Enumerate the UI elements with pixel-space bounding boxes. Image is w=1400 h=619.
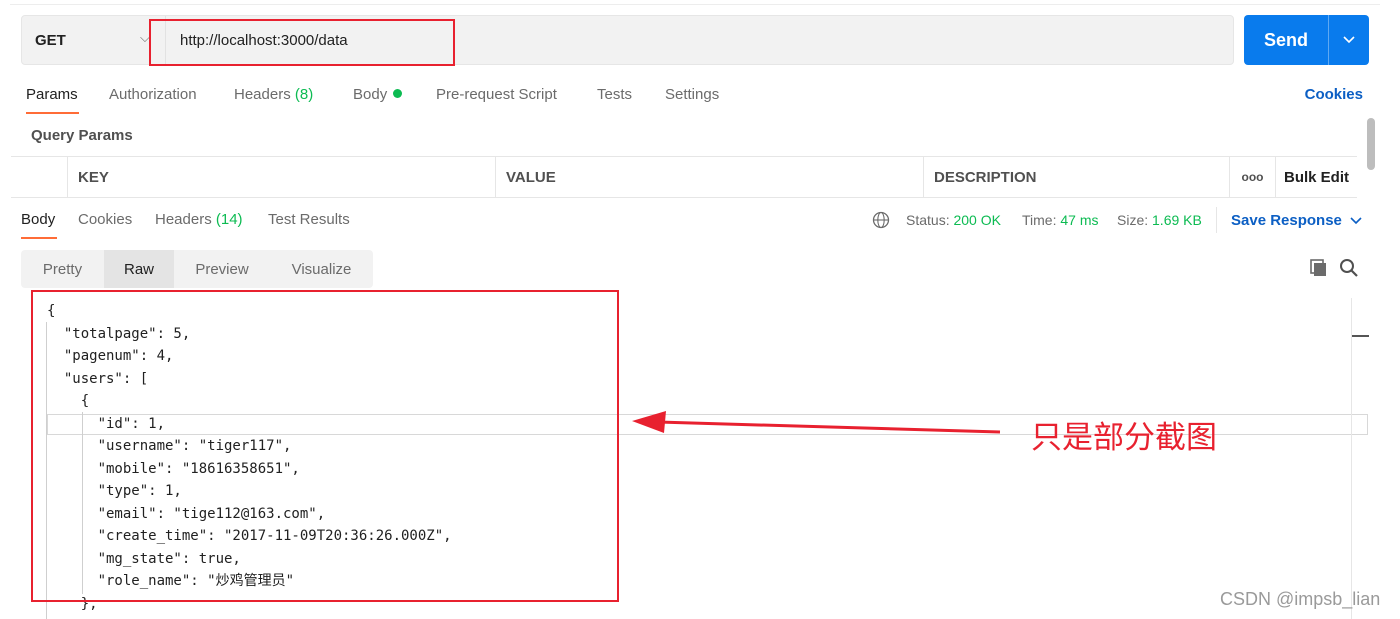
column-value: VALUE [495, 157, 923, 197]
tab-settings[interactable]: Settings [665, 86, 719, 103]
response-headers-count: (14) [215, 211, 243, 228]
method-label: GET [35, 31, 66, 49]
watermark: CSDN @impsb_lian [1220, 589, 1381, 609]
body-status-dot [393, 89, 403, 98]
response-tab-headers[interactable]: Headers (14) [155, 211, 243, 228]
response-tab-cookies[interactable]: Cookies [78, 211, 132, 228]
more-options-button[interactable]: ooo [1229, 157, 1275, 197]
response-tab-test-results[interactable]: Test Results [268, 211, 350, 228]
time-value: 47 ms [1060, 212, 1099, 228]
response-tab-body[interactable]: Body [21, 211, 55, 228]
size-indicator: Size: 1.69 KB [1117, 212, 1202, 228]
save-response-button[interactable]: Save Response [1231, 212, 1342, 229]
tab-headers[interactable]: Headers (8) [234, 86, 313, 103]
format-tab-pretty[interactable]: Pretty [21, 250, 104, 288]
globe-icon[interactable] [872, 211, 890, 229]
arrow-icon [632, 411, 1001, 434]
send-options-chevron-icon[interactable] [1329, 15, 1369, 65]
response-tab-headers-label: Headers [155, 211, 212, 228]
status-divider [1216, 207, 1217, 233]
status-indicator: Status: 200 OK [906, 212, 1001, 228]
row-checkbox-column [11, 157, 67, 197]
column-key: KEY [67, 157, 495, 197]
format-tab-visualize[interactable]: Visualize [270, 250, 373, 288]
tab-authorization[interactable]: Authorization [109, 86, 197, 103]
search-icon[interactable] [1339, 258, 1359, 278]
format-tabs: Pretty Raw Preview Visualize [21, 250, 373, 288]
tab-params[interactable]: Params [26, 86, 78, 103]
annotation-text: 只是部分截图 [1031, 420, 1217, 456]
query-params-table: KEY VALUE DESCRIPTION ooo Bulk Edit [11, 156, 1357, 198]
tab-prerequest-script[interactable]: Pre-request Script [436, 86, 557, 103]
query-params-title: Query Params [31, 127, 133, 144]
json-highlight-annotation [31, 290, 619, 602]
top-divider [10, 4, 1380, 5]
send-button-group: Send [1244, 15, 1369, 65]
format-tab-raw[interactable]: Raw [104, 250, 174, 288]
size-value: 1.69 KB [1152, 212, 1202, 228]
scroll-position-marker [1352, 335, 1369, 337]
time-label: Time: [1022, 212, 1057, 228]
chevron-down-icon[interactable] [1349, 210, 1363, 230]
editor-scroll-rail [1351, 298, 1352, 619]
tab-tests[interactable]: Tests [597, 86, 632, 103]
time-indicator: Time: 47 ms [1022, 212, 1099, 228]
status-value: 200 OK [953, 212, 1001, 228]
copy-icon[interactable] [1309, 258, 1329, 278]
tab-body[interactable]: Body [353, 86, 403, 103]
status-label: Status: [906, 212, 950, 228]
response-active-tab-indicator [21, 237, 57, 239]
send-button[interactable]: Send [1244, 15, 1328, 65]
tab-body-label: Body [353, 86, 388, 103]
scrollbar-thumb[interactable] [1367, 118, 1375, 170]
bulk-edit-button[interactable]: Bulk Edit [1275, 157, 1357, 197]
url-highlight-annotation [149, 19, 455, 66]
size-label: Size: [1117, 212, 1149, 228]
cookies-link[interactable]: Cookies [1305, 86, 1363, 103]
request-tabs: Params Authorization Headers (8) Body Pr… [0, 78, 1400, 114]
column-description: DESCRIPTION [923, 157, 1229, 197]
tab-headers-label: Headers [234, 86, 291, 103]
headers-count: (8) [294, 86, 314, 103]
format-tab-preview[interactable]: Preview [174, 250, 270, 288]
active-tab-indicator [26, 112, 79, 114]
